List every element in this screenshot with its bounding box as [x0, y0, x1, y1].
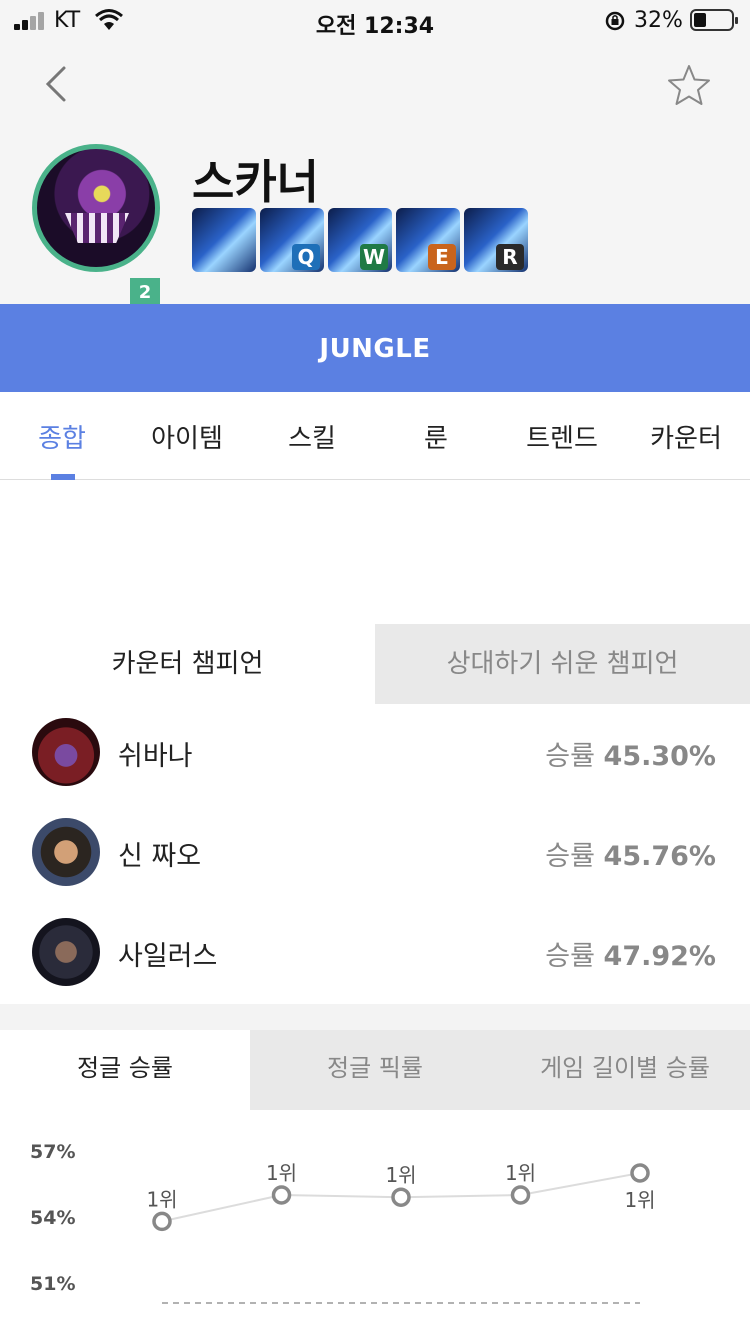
skill-r-icon[interactable]: R — [464, 208, 528, 272]
tab-runes[interactable]: 룬 — [374, 418, 498, 455]
win-rate: 승률 45.76% — [545, 834, 716, 873]
data-point[interactable] — [391, 1187, 411, 1207]
y-tick-label: 54% — [30, 1207, 75, 1229]
y-tick-label: 57% — [30, 1141, 75, 1163]
section-divider — [0, 1004, 750, 1030]
champion-header: 2 스카너 Q W E R — [0, 42, 750, 312]
winrate-line-chart: 57% 54% 51% 1위 1위 1위 1위 1위 — [30, 1141, 656, 1304]
skill-r-key: R — [496, 244, 524, 270]
back-button[interactable] — [36, 62, 80, 106]
status-bar: KT 오전 12:34 32% — [0, 0, 750, 42]
skill-q-key: Q — [292, 244, 320, 270]
battery-level — [694, 13, 706, 27]
champion-avatar — [32, 718, 100, 786]
battery-percent: 32% — [634, 8, 683, 33]
tab-winrate-by-length[interactable]: 게임 길이별 승률 — [500, 1030, 750, 1110]
data-point[interactable] — [271, 1185, 292, 1205]
skill-e-key: E — [428, 244, 456, 270]
champion-name: 스카너 — [192, 155, 319, 209]
battery-icon — [690, 9, 738, 31]
data-label: 1위 — [624, 1188, 655, 1212]
data-point[interactable] — [152, 1211, 172, 1232]
data-label: 1위 — [146, 1187, 177, 1211]
counter-tabs: 카운터 챔피언 상대하기 쉬운 챔피언 — [0, 624, 750, 704]
skill-e-icon[interactable]: E — [396, 208, 460, 272]
skill-w-key: W — [360, 244, 388, 270]
favorite-star-icon[interactable] — [664, 60, 714, 110]
tab-counter-champions[interactable]: 카운터 챔피언 — [0, 624, 375, 704]
tab-items[interactable]: 아이템 — [125, 418, 249, 455]
data-point[interactable] — [510, 1185, 531, 1205]
champion-avatar — [32, 818, 100, 886]
tab-trends[interactable]: 트렌드 — [500, 418, 624, 455]
data-point[interactable] — [630, 1163, 650, 1183]
champion-name: 사일러스 — [118, 941, 218, 972]
win-rate-value: 45.76% — [603, 841, 716, 872]
tab-skills[interactable]: 스킬 — [250, 418, 374, 455]
list-item[interactable]: 쉬바나 승률 45.30% — [0, 704, 750, 804]
section-tabs: 종합 아이템 스킬 룬 트렌드 카운터 — [0, 392, 750, 480]
tab-overview[interactable]: 종합 — [0, 418, 124, 455]
stats-tabs: 정글 승률 정글 픽률 게임 길이별 승률 — [0, 1030, 750, 1110]
data-label: 1위 — [505, 1161, 536, 1185]
role-bar[interactable]: JUNGLE — [0, 304, 750, 392]
win-rate-value: 47.92% — [603, 941, 716, 972]
tab-easy-champions[interactable]: 상대하기 쉬운 챔피언 — [375, 624, 750, 704]
champion-name: 신 짜오 — [118, 841, 202, 872]
active-tab-indicator — [51, 474, 75, 480]
win-rate-label: 승률 — [545, 741, 595, 772]
tab-jungle-pickrate[interactable]: 정글 픽률 — [250, 1030, 500, 1110]
skill-q-icon[interactable]: Q — [260, 208, 324, 272]
win-rate-label: 승률 — [545, 841, 595, 872]
champion-avatar — [32, 918, 100, 986]
data-label: 1위 — [266, 1161, 297, 1185]
tab-jungle-winrate[interactable]: 정글 승률 — [0, 1030, 250, 1110]
win-rate-label: 승률 — [545, 941, 595, 972]
tab-counter[interactable]: 카운터 — [624, 418, 748, 455]
win-rate-value: 45.30% — [603, 741, 716, 772]
rotation-lock-icon — [605, 11, 625, 31]
role-label: JUNGLE — [319, 334, 431, 364]
y-tick-label: 51% — [30, 1273, 75, 1295]
champion-name: 쉬바나 — [118, 741, 193, 772]
win-rate: 승률 47.92% — [545, 934, 716, 973]
win-rate: 승률 45.30% — [545, 734, 716, 773]
passive-icon[interactable] — [192, 208, 256, 272]
data-label: 1위 — [385, 1163, 416, 1187]
champion-avatar — [32, 144, 160, 272]
list-item[interactable]: 신 짜오 승률 45.76% — [0, 804, 750, 904]
winrate-chart: 57% 54% 51% 1위 1위 1위 1위 1위 — [0, 1110, 750, 1333]
list-item[interactable]: 사일러스 승률 47.92% — [0, 904, 750, 1004]
skill-w-icon[interactable]: W — [328, 208, 392, 272]
